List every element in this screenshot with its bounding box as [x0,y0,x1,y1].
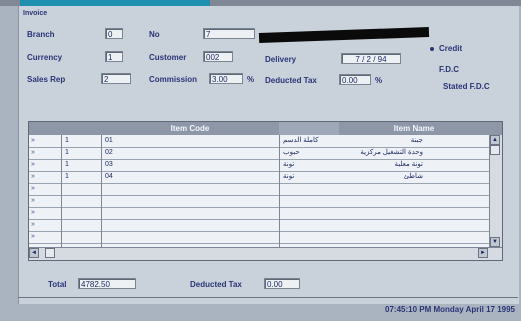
currency-label: Currency [27,53,63,62]
hscroll-thumb[interactable] [45,248,55,258]
commission-field[interactable]: 3.00 [209,73,243,84]
delivery-field[interactable]: 7 / 2 / 94 [341,53,401,64]
salesrep-field[interactable]: 2 [101,73,131,84]
cell-code[interactable]: 04 [105,171,113,183]
deducted-tax-unit: % [375,76,383,85]
no-label: No [149,30,160,39]
no-field[interactable]: 7 [203,28,255,39]
col-divider [101,135,102,247]
cell-tag: تونة [283,161,295,168]
status-bar-clock: 07:45:10 PM Monday April 17 1995 [385,305,515,314]
table-row[interactable]: » [29,231,489,244]
window-title: Invoice [23,10,48,17]
cell-code[interactable]: 02 [105,147,113,159]
cell-qty[interactable]: 1 [65,159,69,171]
vertical-scrollbar[interactable]: ▲ ▼ [489,135,502,247]
scroll-right-icon[interactable]: ► [478,248,488,258]
cell-tag: تونة [283,173,295,180]
cell-tag: كاملة الدسم [283,137,319,144]
stated-fdc-label[interactable]: Stated F.D.C [443,82,490,91]
col-header-item-code[interactable]: Item Code [101,122,279,135]
row-marker: » [31,173,35,180]
row-marker: » [31,185,35,192]
scroll-up-icon[interactable]: ▲ [490,135,500,145]
items-grid[interactable]: Item Code Item Name » 1 01 جبنة كاملة ال… [28,121,503,261]
grid-header: Item Code Item Name [29,122,502,135]
footer-divider [18,297,518,298]
cell-code[interactable]: 03 [105,159,113,171]
credit-radio[interactable] [430,47,434,51]
footer-deducted-tax-label: Deducted Tax [190,280,242,289]
branch-field[interactable]: 0 [105,28,123,39]
col-header-0 [29,122,61,135]
scroll-thumb[interactable] [490,145,500,155]
cell-qty[interactable]: 1 [65,147,69,159]
cell-qty[interactable]: 1 [65,171,69,183]
row-marker: » [31,197,35,204]
fdc-label[interactable]: F.D.C [439,65,459,74]
col-divider [61,135,62,247]
branch-label: Branch [27,30,55,39]
credit-label[interactable]: Credit [439,44,462,53]
row-marker: » [31,149,35,156]
row-marker: » [31,233,35,240]
col-divider [279,135,280,247]
currency-field[interactable]: 1 [105,51,123,62]
cell-tag: حبوب [283,149,300,156]
col-header-3 [279,122,339,135]
customer-field[interactable]: 002 [203,51,233,62]
row-marker: » [31,161,35,168]
row-marker: » [31,221,35,228]
scroll-down-icon[interactable]: ▼ [490,237,500,247]
scroll-left-icon[interactable]: ◄ [29,248,39,258]
black-bar [258,27,430,43]
salesrep-label: Sales Rep [27,75,66,84]
commission-unit: % [247,75,255,84]
col-header-1 [61,122,101,135]
deducted-tax-label: Deducted Tax [265,76,317,85]
horizontal-scrollbar[interactable]: ◄ ► [29,247,502,260]
customer-label: Customer [149,53,187,62]
deducted-tax-field[interactable]: 0.00 [339,74,371,85]
row-marker: » [31,137,35,144]
cell-qty[interactable]: 1 [65,135,69,147]
cell-code[interactable]: 01 [105,135,113,147]
row-marker: » [31,209,35,216]
col-header-item-name[interactable]: Item Name [339,122,489,135]
footer-deducted-tax-field: 0.00 [264,278,300,289]
commission-label: Commission [149,75,198,84]
total-field: 4782.50 [78,278,136,289]
total-label: Total [48,280,67,289]
delivery-label: Delivery [265,55,297,64]
